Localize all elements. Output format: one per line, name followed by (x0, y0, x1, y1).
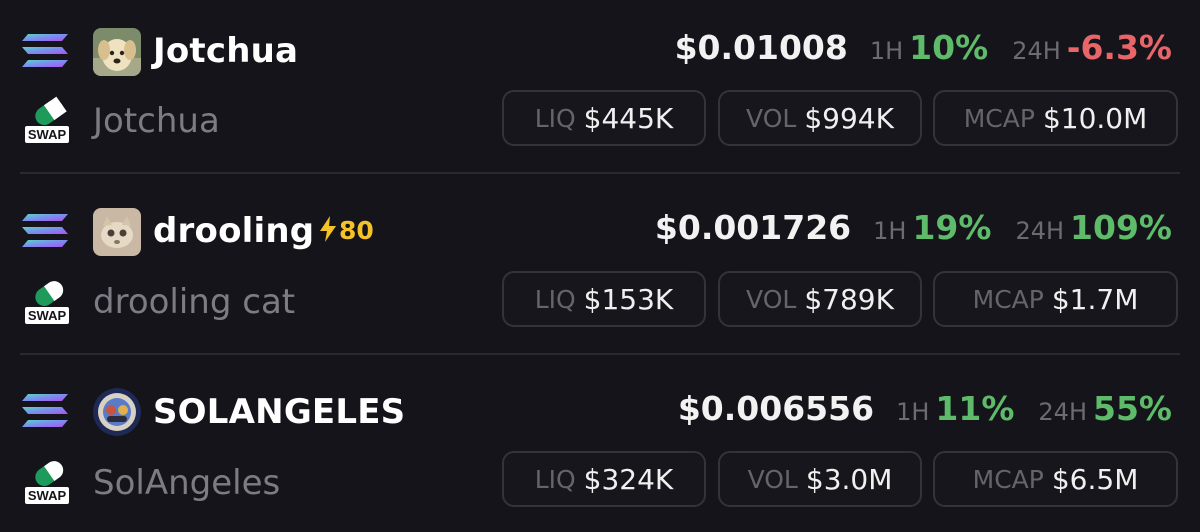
liq-value: $445K (583, 101, 674, 135)
vol-label: VOL (747, 464, 798, 494)
swap-icon[interactable]: SWAP (23, 457, 71, 507)
change-24h-label: 24H (1012, 37, 1061, 65)
liq-label: LIQ (534, 284, 576, 314)
token-name: SolAngeles (93, 463, 281, 503)
mcap-label: MCAP (972, 464, 1044, 494)
change-24h-label: 24H (1038, 398, 1087, 426)
vol-label: VOL (746, 103, 797, 133)
liq-value: $153K (583, 282, 674, 316)
mcap-value: $10.0M (1042, 101, 1148, 135)
liquidity-pill: LIQ $445K (502, 90, 706, 146)
svg-text:SWAP: SWAP (28, 308, 67, 323)
token-price: $0.001726 (654, 208, 852, 247)
token-row-solangeles[interactable]: SOLANGELES $0.006556 1H 11% 24H 55% SWAP… (0, 358, 1200, 532)
volume-pill: VOL $789K (718, 271, 922, 327)
mcap-value: $6.5M (1051, 462, 1139, 496)
change-24h-label: 24H (1015, 217, 1065, 245)
row-divider (20, 353, 1180, 355)
solana-logo-icon (22, 391, 70, 431)
mcap-label: MCAP (963, 103, 1035, 133)
token-avatar (93, 208, 141, 256)
change-1h-label: 1H (896, 398, 930, 426)
change-1h-label: 1H (873, 217, 907, 245)
change-24h-value: 55% (1093, 389, 1172, 428)
change-24h-value: 109% (1070, 208, 1172, 247)
mcap-label: MCAP (972, 284, 1044, 314)
price-change-group: $0.006556 1H 11% 24H 55% (678, 389, 1172, 428)
price-change-group: $0.001726 1H 19% 24H 109% (655, 208, 1172, 247)
volume-pill: VOL $994K (718, 90, 922, 146)
dog-avatar-icon (93, 28, 141, 76)
token-row-jotchua[interactable]: Jotchua $0.01008 1H 10% 24H -6.3% SWAP J… (0, 0, 1200, 174)
swap-icon[interactable]: SWAP (23, 96, 71, 146)
token-symbol[interactable]: Jotchua (153, 31, 298, 71)
token-symbol[interactable]: SOLANGELES (153, 392, 405, 432)
vol-label: VOL (746, 284, 797, 314)
solana-logo-icon (22, 211, 70, 251)
boost-value: 80 (339, 216, 374, 245)
liquidity-pill: LIQ $324K (502, 451, 706, 507)
vol-value: $789K (804, 282, 894, 316)
change-1h-value: 10% (909, 28, 989, 67)
vol-value: $3.0M (805, 462, 893, 496)
svg-text:SWAP: SWAP (28, 127, 67, 142)
liq-label: LIQ (534, 103, 576, 133)
lightning-bolt-icon (320, 216, 336, 242)
token-list: Jotchua $0.01008 1H 10% 24H -6.3% SWAP J… (0, 0, 1200, 531)
market-cap-pill: MCAP $6.5M (933, 451, 1178, 507)
svg-text:SWAP: SWAP (28, 488, 67, 503)
token-symbol[interactable]: drooling (153, 211, 314, 251)
token-avatar (93, 388, 141, 436)
change-1h-label: 1H (869, 37, 904, 65)
volume-pill: VOL $3.0M (718, 451, 922, 507)
row-divider (20, 172, 1180, 174)
token-price: $0.006556 (677, 389, 875, 428)
change-1h-value: 19% (912, 208, 992, 247)
cat-avatar-icon (93, 208, 141, 256)
price-change-group: $0.01008 1H 10% 24H -6.3% (675, 28, 1172, 67)
change-24h-value: -6.3% (1066, 28, 1172, 67)
market-cap-pill: MCAP $1.7M (933, 271, 1178, 327)
badge-avatar-icon (93, 388, 141, 436)
token-row-drooling[interactable]: drooling 80 $0.001726 1H 19% 24H 109% SW… (0, 180, 1200, 354)
liq-value: $324K (583, 462, 674, 496)
liq-label: LIQ (534, 464, 576, 494)
vol-value: $994K (804, 101, 894, 135)
swap-icon[interactable]: SWAP (23, 277, 71, 327)
solana-logo-icon (22, 31, 70, 71)
liquidity-pill: LIQ $153K (502, 271, 706, 327)
boost-badge: 80 (318, 216, 374, 246)
mcap-value: $1.7M (1051, 282, 1139, 316)
change-1h-value: 11% (935, 389, 1015, 428)
token-price: $0.01008 (674, 28, 848, 67)
token-name: Jotchua (93, 101, 220, 141)
market-cap-pill: MCAP $10.0M (933, 90, 1178, 146)
token-name: drooling cat (93, 282, 296, 322)
token-avatar (93, 28, 141, 76)
